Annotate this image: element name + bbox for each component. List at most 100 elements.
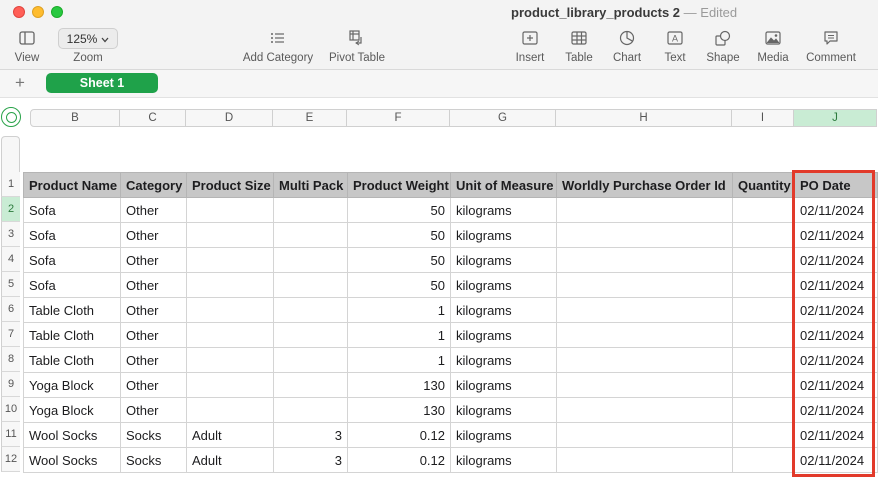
table-cell[interactable]: 02/11/2024 — [794, 197, 878, 223]
table-cell[interactable]: Other — [120, 347, 187, 373]
minimize-window-button[interactable] — [32, 6, 44, 18]
table-cell[interactable]: Adult — [186, 447, 274, 473]
table-cell[interactable] — [556, 272, 733, 298]
table-cell[interactable]: 3 — [273, 422, 348, 448]
table-cell[interactable]: Yoga Block — [23, 397, 121, 423]
table-cell[interactable]: 1 — [347, 322, 451, 348]
table-cell[interactable] — [556, 347, 733, 373]
table-cell[interactable]: Socks — [120, 422, 187, 448]
table-cell[interactable]: Other — [120, 197, 187, 223]
table-cell[interactable]: 50 — [347, 197, 451, 223]
table-cell[interactable]: kilograms — [450, 197, 557, 223]
column-header-d[interactable]: D — [186, 109, 273, 127]
chart-button[interactable]: Chart — [610, 28, 644, 64]
table-cell[interactable]: 50 — [347, 247, 451, 273]
insert-button[interactable]: Insert — [512, 28, 548, 64]
table-cell[interactable]: Other — [120, 322, 187, 348]
table-cell[interactable]: kilograms — [450, 272, 557, 298]
column-header-e[interactable]: E — [273, 109, 347, 127]
table-cell[interactable] — [273, 272, 348, 298]
table-cell[interactable]: 02/11/2024 — [794, 447, 878, 473]
table-cell[interactable] — [556, 422, 733, 448]
add-category-button[interactable]: Add Category — [238, 28, 318, 64]
table-cell[interactable]: 50 — [347, 272, 451, 298]
table-cell[interactable]: 130 — [347, 372, 451, 398]
table-cell[interactable]: kilograms — [450, 397, 557, 423]
row-header-6[interactable]: 6 — [1, 297, 20, 322]
table-cell[interactable]: 02/11/2024 — [794, 372, 878, 398]
table-cell[interactable]: kilograms — [450, 247, 557, 273]
table-cell[interactable] — [556, 247, 733, 273]
media-button[interactable]: Media — [755, 28, 791, 64]
table-cell[interactable]: Other — [120, 372, 187, 398]
table-cell[interactable]: Sofa — [23, 197, 121, 223]
table-cell[interactable]: 02/11/2024 — [794, 347, 878, 373]
row-header-11[interactable]: 11 — [1, 422, 20, 447]
table-cell[interactable] — [186, 347, 274, 373]
table-cell[interactable] — [273, 297, 348, 323]
table-cell[interactable]: Yoga Block — [23, 372, 121, 398]
table-cell[interactable] — [186, 397, 274, 423]
table-cell[interactable] — [273, 397, 348, 423]
table-cell[interactable]: Sofa — [23, 222, 121, 248]
table-cell[interactable]: kilograms — [450, 447, 557, 473]
table-cell[interactable] — [732, 197, 795, 223]
close-window-button[interactable] — [13, 6, 25, 18]
table-cell[interactable] — [186, 222, 274, 248]
table-cell[interactable] — [273, 347, 348, 373]
table-cell[interactable] — [273, 372, 348, 398]
table-cell[interactable] — [556, 372, 733, 398]
table-cell[interactable]: 1 — [347, 347, 451, 373]
table-cell[interactable]: 02/11/2024 — [794, 397, 878, 423]
row-header-12[interactable]: 12 — [1, 447, 20, 472]
table-cell[interactable]: Wool Socks — [23, 447, 121, 473]
table-cell[interactable] — [186, 247, 274, 273]
column-title-unit-of-measure[interactable]: Unit of Measure — [450, 172, 557, 198]
table-cell[interactable]: 50 — [347, 222, 451, 248]
table-cell[interactable]: 130 — [347, 397, 451, 423]
table-cell[interactable] — [556, 222, 733, 248]
table-cell[interactable] — [186, 297, 274, 323]
column-header-g[interactable]: G — [450, 109, 556, 127]
row-header-10[interactable]: 10 — [1, 397, 20, 422]
comment-button[interactable]: Comment — [804, 28, 858, 64]
table-cell[interactable]: Table Cloth — [23, 347, 121, 373]
table-cell[interactable]: 3 — [273, 447, 348, 473]
table-cell[interactable] — [273, 222, 348, 248]
table-cell[interactable] — [732, 297, 795, 323]
row-header-4[interactable]: 4 — [1, 247, 20, 272]
pivot-table-button[interactable]: Pivot Table — [326, 28, 388, 64]
row-header-5[interactable]: 5 — [1, 272, 20, 297]
column-title-product-weight[interactable]: Product Weight — [347, 172, 451, 198]
column-title-po-date[interactable]: PO Date — [794, 172, 878, 198]
table-cell[interactable]: Table Cloth — [23, 322, 121, 348]
table-cell[interactable]: 02/11/2024 — [794, 322, 878, 348]
column-title-multi-pack[interactable]: Multi Pack — [273, 172, 348, 198]
shape-button[interactable]: Shape — [704, 28, 742, 64]
table-cell[interactable]: Wool Socks — [23, 422, 121, 448]
row-header-1[interactable]: 1 — [1, 172, 20, 197]
table-cell[interactable] — [732, 222, 795, 248]
add-sheet-button[interactable]: + — [15, 73, 25, 93]
table-cell[interactable]: 02/11/2024 — [794, 297, 878, 323]
column-header-f[interactable]: F — [347, 109, 450, 127]
table-cell[interactable] — [273, 247, 348, 273]
table-cell[interactable] — [732, 272, 795, 298]
table-cell[interactable] — [732, 397, 795, 423]
table-cell[interactable] — [556, 297, 733, 323]
table-cell[interactable]: Adult — [186, 422, 274, 448]
table-cell[interactable]: kilograms — [450, 322, 557, 348]
table-cell[interactable] — [556, 197, 733, 223]
table-cell[interactable] — [556, 397, 733, 423]
table-cell[interactable]: 02/11/2024 — [794, 422, 878, 448]
table-cell[interactable]: kilograms — [450, 297, 557, 323]
column-title-product-size[interactable]: Product Size — [186, 172, 274, 198]
table-cell[interactable]: 0.12 — [347, 447, 451, 473]
zoom-select[interactable]: 125% — [58, 28, 118, 49]
row-header-9[interactable]: 9 — [1, 372, 20, 397]
column-header-h[interactable]: H — [556, 109, 732, 127]
column-title-worldly-purchase-order-id[interactable]: Worldly Purchase Order Id — [556, 172, 733, 198]
column-title-product-name[interactable]: Product Name — [23, 172, 121, 198]
text-button[interactable]: A Text — [660, 28, 690, 64]
table-cell[interactable]: Socks — [120, 447, 187, 473]
